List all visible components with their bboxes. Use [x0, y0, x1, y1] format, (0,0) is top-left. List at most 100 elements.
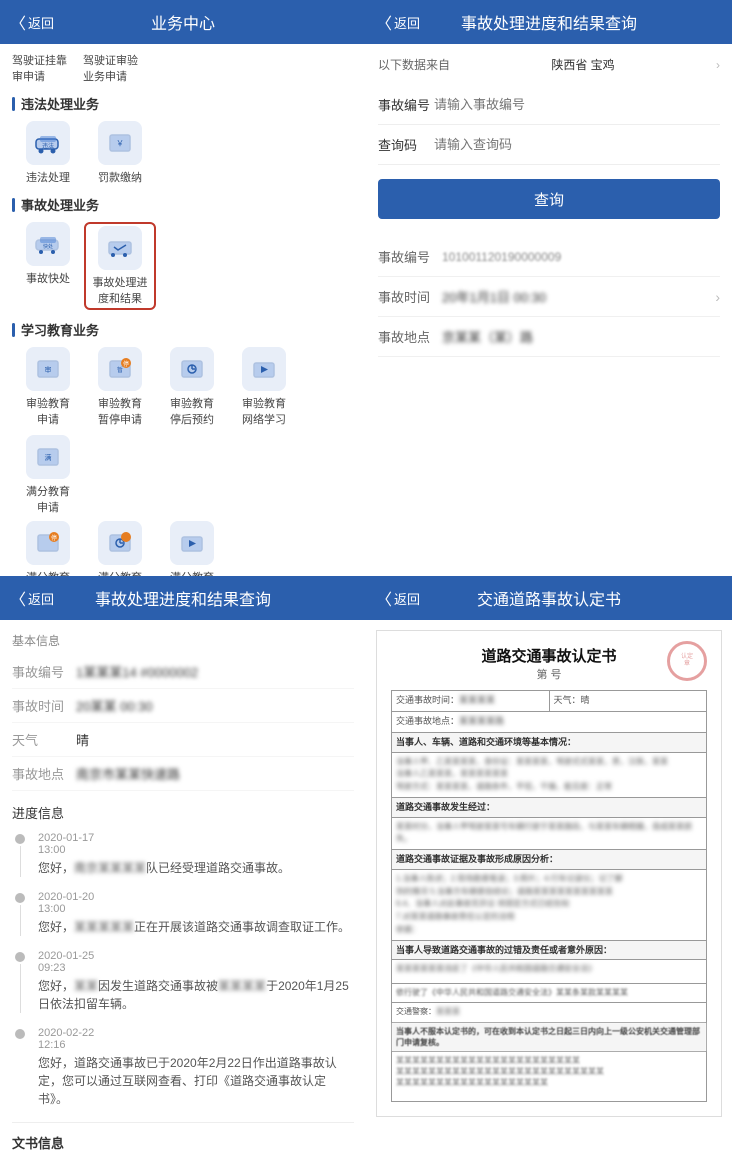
- result-accident-location: 事故地点 京某某（某）路: [378, 317, 720, 357]
- p2-title: 事故处理进度和结果查询: [461, 10, 637, 34]
- p3-header: 〈 返回 事故处理进度和结果查询: [0, 576, 366, 620]
- accident-progress-icon-box: [98, 226, 142, 270]
- edu-full-pause-icon: 停: [34, 529, 62, 557]
- icon-edu-full-resume[interactable]: 满分教育暂停后预约: [84, 521, 156, 576]
- top-item-2[interactable]: 驾驶证审验业务申请: [83, 52, 138, 84]
- info-accident-time: 事故时间 20某某 00:30: [12, 689, 354, 723]
- p1-title: 业务中心: [151, 10, 215, 34]
- progress-dot-1: [15, 834, 25, 844]
- panel-business-center: 〈 返回 业务中心 驾驶证挂靠审申请 驾驶证审验业务申请 违法处理业务: [0, 0, 366, 576]
- svg-text:停: 停: [123, 360, 129, 368]
- violation-icon-box: 违法: [26, 121, 70, 165]
- result-accident-time-label: 事故时间: [378, 287, 442, 306]
- violation-grid: 违法 违法处理 ￥ 罚款缴纳: [12, 121, 354, 185]
- edu-pause-book-label: 审验教育停后预约: [170, 395, 214, 427]
- fine-icon-box: ￥: [98, 121, 142, 165]
- progress-item-1: 2020-01-1713:00 您好，南京某某某某队已经受理道路交通事故。: [12, 832, 354, 877]
- progress-text-3: 您好，某某因发生道路交通事故被某某某某于2020年1月25日依法扣留车辆。: [38, 977, 354, 1013]
- edu-full-label: 满分教育申请: [26, 483, 70, 515]
- progress-dot-col-3: [12, 950, 28, 1013]
- back4-chevron-icon: 〈: [376, 586, 392, 610]
- result-accident-time[interactable]: 事故时间 20年1月1日 00:30 ›: [378, 277, 720, 317]
- doc-cell-fault: 某某某某某某违反了《中华人民共和国道路交通安全法》: [392, 960, 707, 984]
- info-location: 事故地点 南京市某某快速路: [12, 757, 354, 791]
- doc-section4-header: 当事人导致道路交通事故的过错及责任或者意外原因：: [392, 940, 707, 960]
- icon-edu-pause-book[interactable]: 审验教育停后预约: [156, 347, 228, 427]
- progress-content-3: 2020-01-2509:23 您好，某某因发生道路交通事故被某某某某于2020…: [38, 950, 354, 1013]
- doc-row-section7: 当事人不服本认定书的，可在收到本认定书之日起三日内向上一级公安机关交通管理部门申…: [392, 1022, 707, 1051]
- edu-pause-book-icon-box: [170, 347, 214, 391]
- p3-back-label: 返回: [28, 589, 54, 608]
- accident-number-input[interactable]: [434, 97, 720, 112]
- progress-text-4: 您好，道路交通事故已于2020年2月22日作出道路事故认定，您可以通过互联网查看…: [38, 1054, 354, 1108]
- info-accident-time-value: 20某某 00:30: [76, 696, 354, 715]
- p4-back-btn[interactable]: 〈 返回: [376, 586, 420, 610]
- p3-content: 基本信息 事故编号 1某某某14 #0000002 事故时间 20某某 00:3…: [0, 620, 366, 1152]
- icon-edu-full-pause[interactable]: 停 满分教育暂停申请: [12, 521, 84, 576]
- icon-edu-verify[interactable]: 审 审验教育申请: [12, 347, 84, 427]
- back2-chevron-icon: 〈: [376, 10, 392, 34]
- fine-label: 罚款缴纳: [98, 169, 142, 185]
- p3-title: 事故处理进度和结果查询: [95, 586, 271, 610]
- doc-cell-notice: 依行驶了《中华人民共和国道路交通安全法》某某条某款某某某某: [392, 984, 707, 1002]
- p4-content: 认定章 道路交通事故认定书 第 号 交通事故时间：某某某某 天气：晴 交通事故地…: [366, 620, 732, 1152]
- p3-back-btn[interactable]: 〈 返回: [10, 586, 54, 610]
- doc-cell-note: 交通警察：某某某: [392, 1002, 707, 1022]
- top-item-1[interactable]: 驾驶证挂靠审申请: [12, 52, 67, 84]
- icon-edu-pause[interactable]: 暂 停 审验教育暂停申请: [84, 347, 156, 427]
- icon-violation[interactable]: 违法 违法处理: [12, 121, 84, 185]
- accident-quick-label: 事故快处: [26, 270, 70, 286]
- progress-content-1: 2020-01-1713:00 您好，南京某某某某队已经受理道路交通事故。: [38, 832, 354, 877]
- section-violation: 违法处理业务: [12, 94, 354, 113]
- svg-text:停: 停: [51, 534, 57, 542]
- panel-progress-bottom: 〈 返回 事故处理进度和结果查询 基本信息 事故编号 1某某某14 #00000…: [0, 576, 366, 1152]
- info-location-label: 事故地点: [12, 764, 76, 783]
- edu-verify-icon-box: 审: [26, 347, 70, 391]
- doc-cell-time: 交通事故时间：某某某某: [392, 691, 550, 712]
- progress-time-3: 2020-01-2509:23: [38, 950, 354, 974]
- icon-accident-quick[interactable]: 快处 事故快处: [12, 222, 84, 310]
- result-accident-location-value: 京某某（某）路: [442, 327, 720, 346]
- data-source-label: 以下数据来自: [378, 56, 450, 73]
- edu-verify-icon: 审: [34, 355, 62, 383]
- car-violation-icon: 违法: [34, 129, 62, 157]
- icon-fine[interactable]: ￥ 罚款缴纳: [84, 121, 156, 185]
- progress-item-2: 2020-01-2013:00 您好，某某某某某正在开展该道路交通事故调查取证工…: [12, 891, 354, 936]
- edu-full-resume-icon: [106, 529, 134, 557]
- education-grid-2: 停 满分教育暂停申请 满分教育: [12, 521, 354, 576]
- accident-progress-icon: [106, 234, 134, 262]
- query-code-input[interactable]: [434, 137, 720, 152]
- info-accident-number-value: 1某某某14 #0000002: [76, 662, 354, 681]
- edu-online-icon: [250, 355, 278, 383]
- panel-doc-preview: 〈 返回 交通道路事故认定书 认定章 道路交通事故认定书 第 号 交通事故时间：…: [366, 576, 732, 1152]
- doc-section3-header: 道路交通事故证据及事故形成原因分析：: [392, 850, 707, 870]
- icon-accident-progress[interactable]: 事故处理进度和结果: [84, 222, 156, 310]
- top-items: 驾驶证挂靠审申请 驾驶证审验业务申请: [12, 52, 354, 84]
- stamp-text: 认定章: [681, 654, 693, 668]
- progress-item-3: 2020-01-2509:23 您好，某某因发生道路交通事故被某某某某于2020…: [12, 950, 354, 1013]
- icon-edu-full-online[interactable]: 满分教育网络学习: [156, 521, 228, 576]
- violation-label: 违法处理: [26, 169, 70, 185]
- data-source-bar: 以下数据来自 陕西省 宝鸡 ›: [378, 56, 720, 73]
- icon-edu-full[interactable]: 满 满分教育申请: [12, 435, 84, 515]
- doc-section2-header: 道路交通事故发生经过：: [392, 797, 707, 817]
- icon-edu-online[interactable]: 审验教育网络学习: [228, 347, 300, 427]
- edu-online-icon-box: [242, 347, 286, 391]
- doc-main-title: 道路交通事故认定书: [391, 645, 707, 666]
- progress-text-2: 您好，某某某某某正在开展该道路交通事故调查取证工作。: [38, 918, 354, 936]
- edu-full-online-icon: [178, 529, 206, 557]
- p2-back-btn[interactable]: 〈 返回: [376, 10, 420, 34]
- edu-verify-label: 审验教育申请: [26, 395, 70, 427]
- query-button[interactable]: 查询: [378, 179, 720, 219]
- doc-stamp: 认定章: [667, 641, 707, 681]
- doc-cell-evidence: 1.当事人陈述；2.现场勘查笔录；3.照片；4.行车记录仪；记了解到的情况 5.…: [392, 869, 707, 940]
- result-accident-number-value: 101001120190000009: [442, 250, 720, 264]
- query-code-row: 查询码: [378, 125, 720, 165]
- p4-back-label: 返回: [394, 589, 420, 608]
- accident-quick-icon: 快处: [34, 230, 62, 258]
- progress-item-4: 2020-02-2212:16 您好，道路交通事故已于2020年2月22日作出道…: [12, 1027, 354, 1108]
- progress-line-3: [20, 964, 21, 1013]
- doc-section1-header: 当事人、车辆、道路和交通环境等基本情况：: [392, 733, 707, 753]
- accident-quick-icon-box: 快处: [26, 222, 70, 266]
- p1-back-btn[interactable]: 〈 返回: [10, 10, 54, 34]
